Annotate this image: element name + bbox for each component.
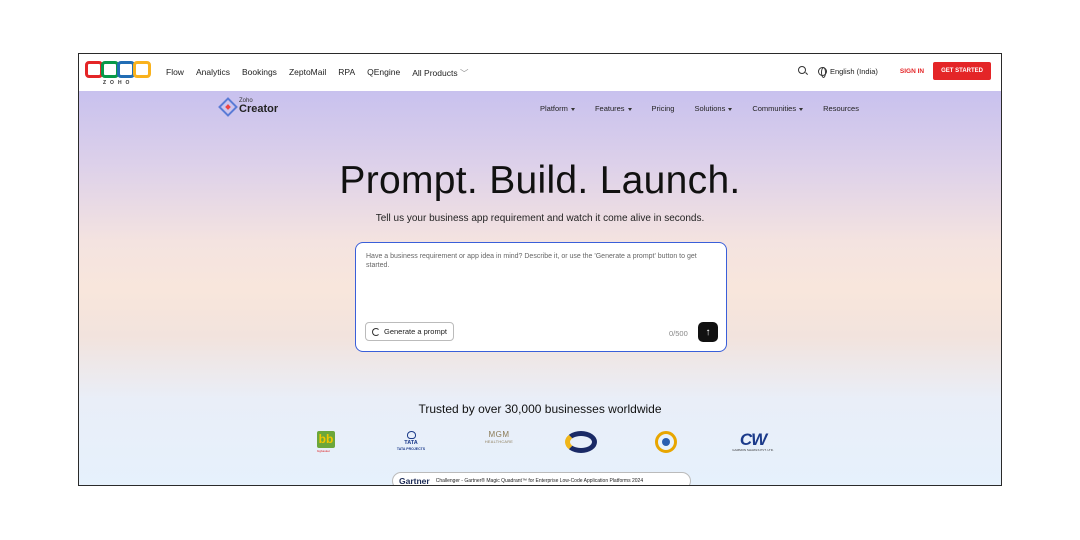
mgm-sub: HEALTHCARE xyxy=(484,439,514,444)
search-icon[interactable] xyxy=(797,66,808,76)
emblem-logo xyxy=(655,431,677,453)
creator-logo-text: Zoho Creator xyxy=(239,98,278,115)
browser-viewport: ZOHO Flow Analytics Bookings ZeptoMail R… xyxy=(78,53,1002,486)
creator-diamond-icon xyxy=(218,96,238,117)
nav-solutions[interactable]: Solutions xyxy=(694,104,733,113)
hero-headline: Prompt. Build. Launch. xyxy=(339,159,741,202)
caret-down-icon xyxy=(799,107,804,111)
generate-prompt-button[interactable]: Generate a prompt xyxy=(365,322,454,341)
zoho-logo-square-yellow xyxy=(133,61,151,78)
prompt-input-box[interactable]: Have a business requirement or app idea … xyxy=(355,242,727,352)
hero-section: Zoho Creator Platform Features Pricing S… xyxy=(79,91,1001,486)
nav-solutions-label: Solutions xyxy=(694,104,726,113)
nav-platform-label: Platform xyxy=(540,104,568,113)
nav-rpa[interactable]: RPA xyxy=(338,67,355,79)
zoho-logo[interactable]: ZOHO xyxy=(85,58,151,88)
nav-all-products[interactable]: All Products ﹀ xyxy=(412,67,468,79)
nav-platform[interactable]: Platform xyxy=(540,104,575,113)
cw-caption: GAMMON SHAWLS PVT. LTD. xyxy=(732,448,774,452)
nav-communities[interactable]: Communities xyxy=(752,104,804,113)
cw-mark: CW xyxy=(739,430,767,449)
circular-brand-logo xyxy=(565,431,597,453)
customer-logos: bb bigbasket TATA TATA PROJECTS MGM HEAL… xyxy=(315,430,785,457)
creator-logo-big: Creator xyxy=(239,103,279,115)
tata-top: TATA xyxy=(404,440,418,446)
tata-icon xyxy=(406,431,416,439)
refresh-icon xyxy=(372,327,380,336)
nav-resources[interactable]: Resources xyxy=(823,104,859,113)
tata-bottom: TATA PROJECTS xyxy=(396,447,426,452)
tata-projects-logo: TATA TATA PROJECTS xyxy=(391,431,431,457)
nav-features-label: Features xyxy=(594,104,625,113)
bigbasket-logo: bb xyxy=(317,431,335,448)
nav-pricing[interactable]: Pricing xyxy=(652,104,675,113)
nav-qengine[interactable]: QEngine xyxy=(367,67,400,79)
zoho-product-nav: Flow Analytics Bookings ZeptoMail RPA QE… xyxy=(166,67,468,79)
zoho-creator-logo[interactable]: Zoho Creator xyxy=(218,96,278,117)
character-counter: 0/500 xyxy=(669,329,688,338)
caret-down-icon xyxy=(570,107,575,111)
generate-prompt-label: Generate a prompt xyxy=(384,327,447,336)
arrow-up-icon: ↑ xyxy=(705,326,711,338)
gartner-badge[interactable]: Gartner Challenger - Gartner® Magic Quad… xyxy=(392,472,691,486)
caret-down-icon xyxy=(728,107,733,111)
bigbasket-caption: bigbasket xyxy=(317,449,330,453)
nav-features[interactable]: Features xyxy=(595,104,632,113)
zoho-logo-text: ZOHO xyxy=(103,80,134,86)
sign-in-link[interactable]: SIGN IN xyxy=(900,68,924,75)
mgm-text: MGM xyxy=(488,430,510,439)
caret-down-icon xyxy=(627,107,632,111)
get-started-button[interactable]: GET STARTED xyxy=(933,62,991,80)
creator-nav: Platform Features Pricing Solutions Comm… xyxy=(540,104,859,113)
hero-subline: Tell us your business app requirement an… xyxy=(375,213,705,224)
gartner-text: Challenger - Gartner® Magic Quadrant™ fo… xyxy=(435,478,644,484)
trusted-heading: Trusted by over 30,000 businesses worldw… xyxy=(418,402,662,416)
zoho-top-bar: ZOHO Flow Analytics Bookings ZeptoMail R… xyxy=(79,54,1001,91)
nav-analytics[interactable]: Analytics xyxy=(196,67,230,79)
cw-logo: CW GAMMON SHAWLS PVT. LTD. xyxy=(721,431,785,457)
globe-icon xyxy=(817,66,827,78)
nav-all-products-label: All Products xyxy=(412,68,458,78)
nav-zeptomail[interactable]: ZeptoMail xyxy=(289,67,326,79)
prompt-placeholder[interactable]: Have a business requirement or app idea … xyxy=(366,253,711,271)
mgm-healthcare-logo: MGM HEALTHCARE xyxy=(478,430,520,457)
zoho-top-actions: English (India) SIGN IN GET STARTED xyxy=(797,62,991,80)
nav-communities-label: Communities xyxy=(752,104,797,113)
gartner-name: Gartner xyxy=(399,476,430,486)
send-button[interactable]: ↑ xyxy=(698,322,718,342)
nav-bookings[interactable]: Bookings xyxy=(242,67,277,79)
language-selector[interactable]: English (India) xyxy=(830,67,878,76)
chevron-down-icon: ﹀ xyxy=(459,68,469,78)
nav-flow[interactable]: Flow xyxy=(166,67,184,79)
